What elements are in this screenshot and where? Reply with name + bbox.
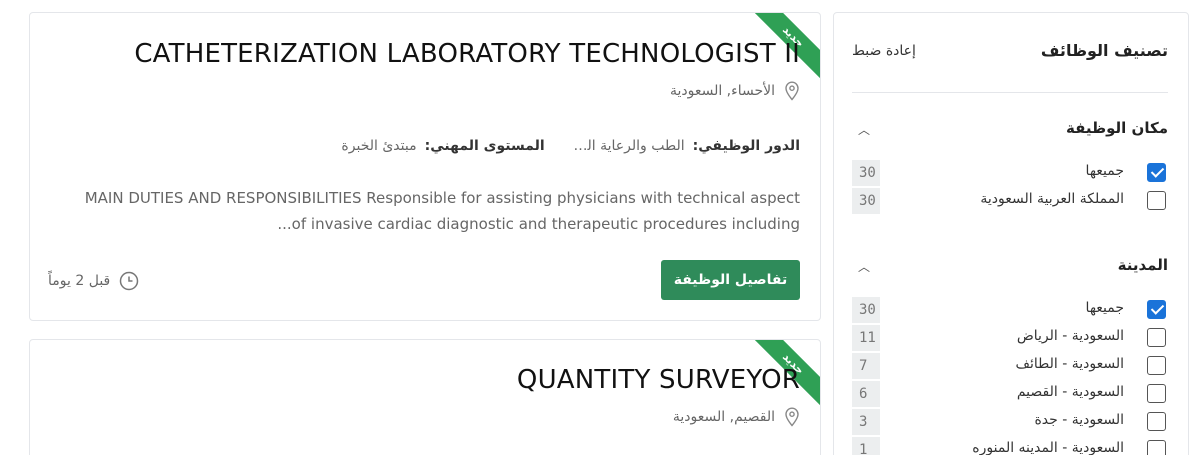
description-line: MAIN DUTIES AND RESPONSIBILITIES Respons… bbox=[84, 189, 800, 207]
job-location: القصيم, السعودية bbox=[673, 406, 800, 428]
filter-option-count: 30 bbox=[852, 188, 880, 214]
posted-ago-text: قبل 2 يوماً bbox=[48, 273, 111, 289]
description-line: of invasive cardiac diagnostic and thera… bbox=[277, 215, 800, 233]
job-card: جديد CATHETERIZATION LABORATORY TECHNOLO… bbox=[29, 12, 821, 321]
job-details-button[interactable]: تفاصيل الوظيفة bbox=[661, 260, 800, 300]
checkbox[interactable] bbox=[1147, 384, 1166, 403]
filter-option[interactable]: السعودية - جدة 3 bbox=[852, 409, 1166, 435]
job-description: MAIN DUTIES AND RESPONSIBILITIES Respons… bbox=[40, 185, 800, 237]
checkbox[interactable] bbox=[1147, 163, 1166, 182]
job-location: الأحساء, السعودية bbox=[670, 80, 800, 102]
checkbox[interactable] bbox=[1147, 356, 1166, 375]
location-text: الأحساء, السعودية bbox=[669, 83, 775, 99]
job-meta: الدور الوظيفي: الطب والرعاية الصحية المس… bbox=[341, 138, 800, 154]
role-label: الدور الوظيفي: bbox=[692, 138, 800, 154]
filter-option[interactable]: المملكة العربية السعودية 30 bbox=[852, 188, 1166, 214]
filter-option-label: جميعها bbox=[1085, 300, 1124, 316]
checkbox[interactable] bbox=[1147, 440, 1166, 455]
posted-time: قبل 2 يوماً bbox=[48, 270, 140, 292]
filters-title: تصنيف الوظائف bbox=[1040, 41, 1168, 60]
filter-option-count: 7 bbox=[852, 353, 880, 379]
filter-option[interactable]: السعودية - الرياض 11 bbox=[852, 325, 1166, 351]
filters-header: تصنيف الوظائف إعادة ضبط bbox=[852, 13, 1168, 93]
filter-option-label: السعودية - الرياض bbox=[1016, 328, 1124, 344]
role-value: الطب والرعاية الصحية bbox=[566, 138, 685, 154]
filter-option-count: 1 bbox=[852, 437, 880, 455]
location-text: القصيم, السعودية bbox=[672, 409, 775, 425]
job-title[interactable]: QUANTITY SURVEYOR bbox=[517, 365, 800, 395]
filter-option-count: 30 bbox=[852, 160, 880, 186]
section-title-city[interactable]: المدينة bbox=[1118, 256, 1168, 274]
section-title-job-location[interactable]: مكان الوظيفة bbox=[1066, 119, 1168, 137]
checkbox[interactable] bbox=[1147, 412, 1166, 431]
filter-option-count: 6 bbox=[852, 381, 880, 407]
filter-option-label: السعودية - المدينه المنوره bbox=[972, 440, 1124, 455]
filter-option-label: السعودية - جدة bbox=[1034, 412, 1124, 428]
filter-option-label: جميعها bbox=[1085, 163, 1124, 179]
filter-option-label: السعودية - الطائف bbox=[1015, 356, 1124, 372]
job-card: جديد QUANTITY SURVEYOR القصيم, السعودية bbox=[29, 339, 821, 455]
filter-option-label: السعودية - القصيم bbox=[1016, 384, 1124, 400]
checkbox[interactable] bbox=[1147, 300, 1166, 319]
filter-option[interactable]: السعودية - المدينه المنوره 1 bbox=[852, 437, 1166, 455]
filter-option[interactable]: جميعها 30 bbox=[852, 160, 1166, 186]
filter-option[interactable]: السعودية - القصيم 6 bbox=[852, 381, 1166, 407]
filter-option-label: المملكة العربية السعودية bbox=[980, 191, 1124, 207]
location-pin-icon bbox=[784, 407, 800, 427]
level-label: المستوى المهني: bbox=[424, 138, 545, 154]
filter-option[interactable]: جميعها 30 bbox=[852, 297, 1166, 323]
chevron-up-icon[interactable]: ︿ bbox=[858, 258, 870, 275]
location-pin-icon bbox=[784, 81, 800, 101]
filters-sidebar: تصنيف الوظائف إعادة ضبط مكان الوظيفة ︿ ج… bbox=[833, 12, 1189, 455]
chevron-up-icon[interactable]: ︿ bbox=[858, 121, 870, 138]
checkbox[interactable] bbox=[1147, 328, 1166, 347]
job-title[interactable]: CATHETERIZATION LABORATORY TECHNOLOGIST … bbox=[134, 39, 800, 69]
reset-filters-button[interactable]: إعادة ضبط bbox=[852, 43, 916, 59]
level-value: مبتدئ الخبرة bbox=[341, 138, 417, 154]
filter-option-count: 11 bbox=[852, 325, 880, 351]
filter-option-count: 30 bbox=[852, 297, 880, 323]
filter-option-count: 3 bbox=[852, 409, 880, 435]
checkbox[interactable] bbox=[1147, 191, 1166, 210]
clock-icon bbox=[118, 270, 140, 292]
filter-option[interactable]: السعودية - الطائف 7 bbox=[852, 353, 1166, 379]
